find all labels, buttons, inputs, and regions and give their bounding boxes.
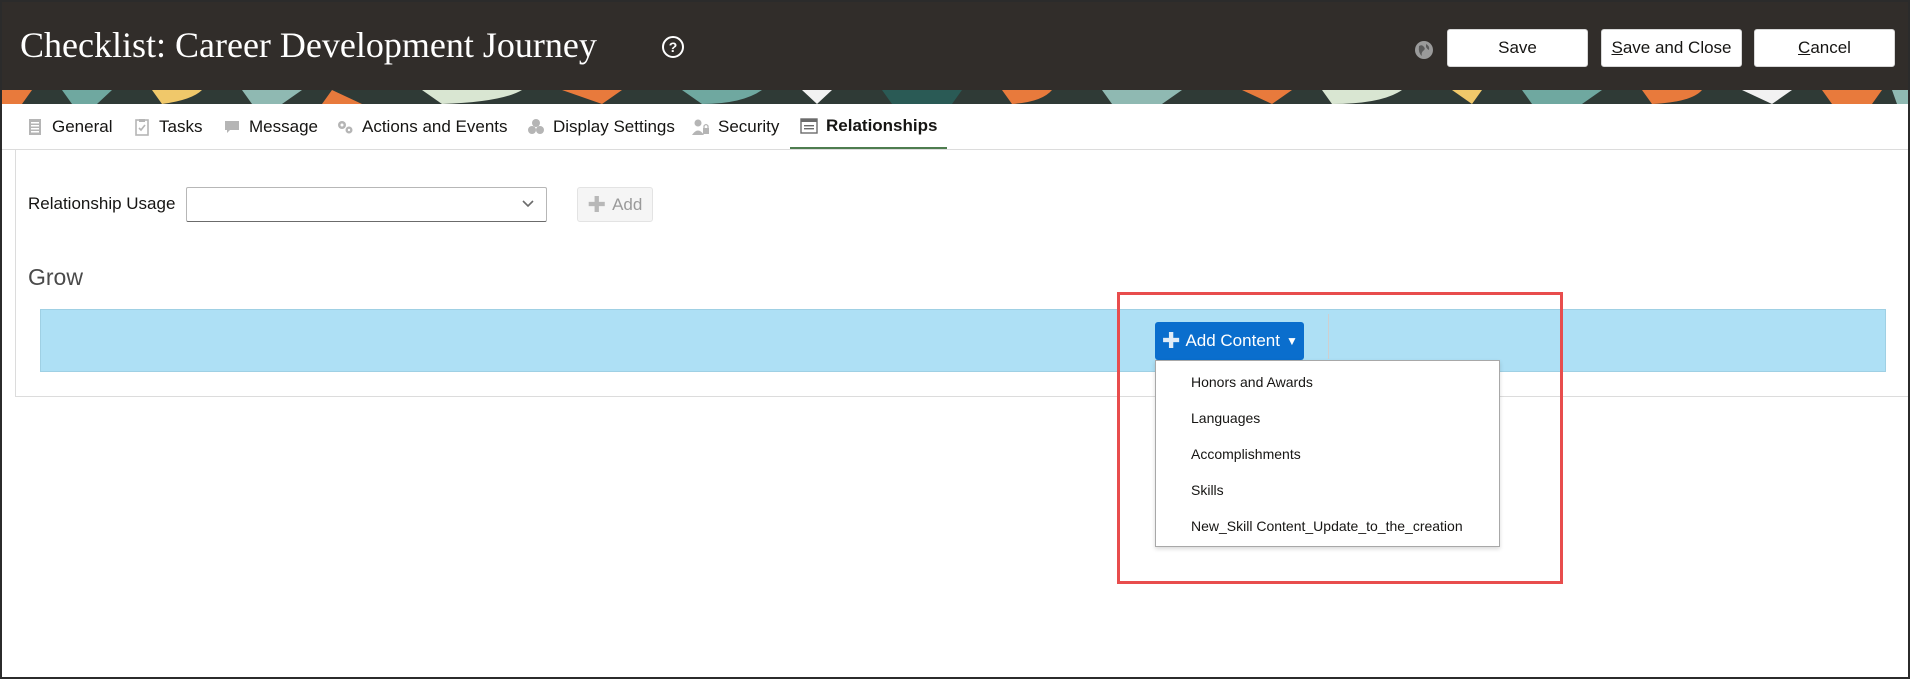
- tab-label: Security: [718, 117, 780, 136]
- cancel-button[interactable]: Cancel: [1754, 29, 1895, 67]
- clipboard-icon: [135, 119, 149, 136]
- highlight-annotation-box: [1117, 292, 1563, 584]
- app-window: Checklist: Career Development Journey ? …: [0, 0, 1910, 679]
- add-relationship-button[interactable]: ✚ Add: [577, 187, 653, 222]
- save-button[interactable]: Save: [1447, 29, 1588, 67]
- tab-label: Relationships: [826, 115, 938, 135]
- tab-bar: General Tasks Message Actions and Events…: [16, 104, 1908, 150]
- tab-label: General: [52, 117, 113, 136]
- tab-tasks[interactable]: Tasks: [133, 104, 202, 150]
- tab-message[interactable]: Message: [223, 104, 318, 150]
- tab-label: Display Settings: [553, 117, 675, 136]
- add-button-label: Add: [612, 194, 643, 214]
- message-icon: [225, 121, 239, 133]
- tab-label: Tasks: [159, 117, 203, 136]
- cancel-label: ancel: [1810, 38, 1851, 57]
- page-title: Checklist: Career Development Journey: [20, 25, 597, 65]
- tab-relationships[interactable]: Relationships: [790, 104, 948, 150]
- tab-actions-and-events[interactable]: Actions and Events: [336, 104, 508, 150]
- decorative-banner: [2, 90, 1908, 104]
- help-icon[interactable]: ?: [662, 36, 684, 58]
- list-card-icon: [800, 117, 818, 134]
- plus-icon: ✚: [587, 191, 607, 217]
- relationship-usage-label: Relationship Usage: [28, 194, 176, 213]
- tab-label: Actions and Events: [362, 117, 508, 136]
- tab-security[interactable]: Security: [692, 104, 779, 150]
- grow-content-area: [40, 309, 1886, 372]
- globe-icon[interactable]: [1414, 40, 1434, 60]
- gears-icon: [338, 121, 353, 134]
- circles-icon: [528, 119, 544, 134]
- chevron-down-icon: [522, 200, 534, 208]
- tab-display-settings[interactable]: Display Settings: [527, 104, 675, 150]
- grow-section-title: Grow: [28, 264, 83, 290]
- save-and-close-label: ave and Close: [1622, 38, 1732, 57]
- tab-general[interactable]: General: [26, 104, 112, 150]
- document-icon: [29, 119, 41, 135]
- tab-label: Message: [249, 117, 318, 136]
- user-lock-icon: [692, 119, 709, 135]
- cancel-mnemonic: C: [1798, 38, 1811, 57]
- relationship-usage-select[interactable]: [186, 187, 547, 222]
- save-and-close-mnemonic: S: [1611, 38, 1623, 57]
- page-header: Checklist: Career Development Journey ? …: [2, 2, 1908, 90]
- save-and-close-button[interactable]: Save and Close: [1601, 29, 1742, 67]
